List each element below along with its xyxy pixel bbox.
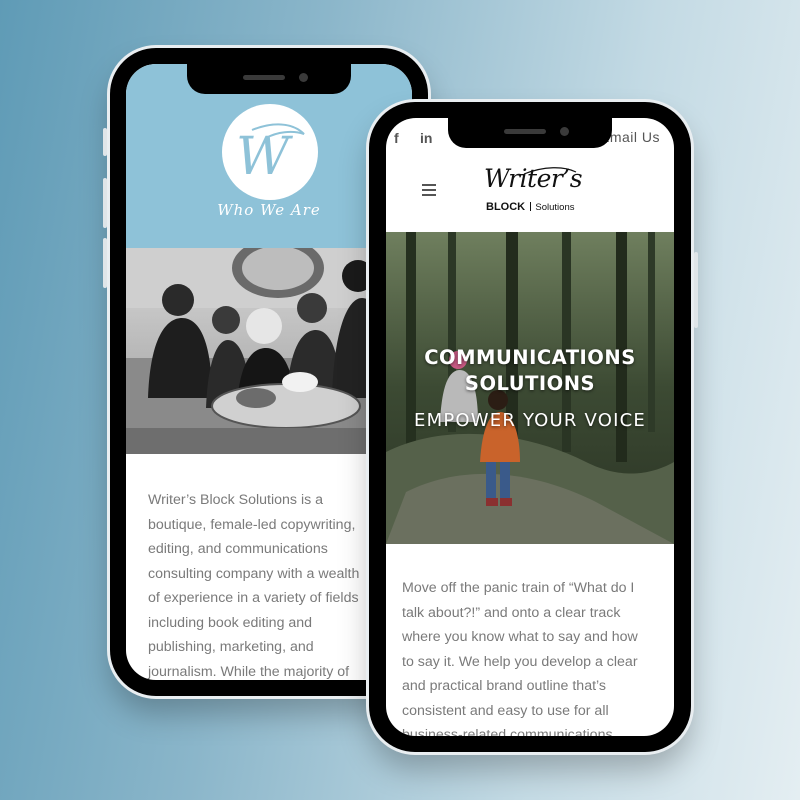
brand-block-text: BLOCK (486, 201, 526, 213)
speaker (504, 129, 546, 134)
notch (187, 64, 351, 94)
linkedin-icon[interactable]: in (420, 130, 432, 146)
hero-title-line: SOLUTIONS (464, 372, 596, 395)
svg-text:W: W (236, 127, 293, 187)
text-line: talk about?!” and onto a clear track (402, 604, 621, 621)
text-line: business-related communications. (402, 727, 617, 736)
company-logo: W (222, 104, 318, 200)
volume-down-button (103, 238, 107, 288)
facebook-icon[interactable]: f (394, 130, 399, 146)
text-line: and practical brand outline that’s (402, 678, 607, 694)
text-line: consistent and easy to use for all (402, 702, 609, 719)
brand-swash-icon (523, 167, 577, 175)
hamburger-menu-icon[interactable] (422, 184, 436, 199)
pitch-paragraph: Move off the panic train of “What do I t… (402, 576, 672, 736)
brand-subline: BLOCK Solutions (486, 201, 574, 213)
w-logo-icon: W (236, 123, 305, 187)
hero-title: COMMUNICATIONS SOLUTIONS (386, 345, 674, 397)
phone-mockup-front: f in Email Us Writer’s BLOCK Solutions C… (369, 102, 698, 752)
camera-icon (560, 127, 569, 136)
camera-icon (299, 73, 308, 82)
phone-screen: f in Email Us Writer’s BLOCK Solutions C… (386, 118, 674, 736)
brand-logo[interactable]: Writer’s BLOCK Solutions (484, 164, 584, 224)
notch (448, 118, 612, 148)
mute-switch (103, 128, 107, 156)
text-line: to say it. We help you develop a clear (402, 653, 638, 670)
text-line: where you know what to say and how (402, 629, 638, 645)
hero-banner: COMMUNICATIONS SOLUTIONS EMPOWER YOUR VO… (386, 232, 674, 544)
volume-up-button (103, 178, 107, 228)
brand-solutions-text: Solutions (535, 202, 575, 213)
text-line: Move off the panic train of “What do I (402, 580, 635, 596)
hero-title-line: COMMUNICATIONS (424, 346, 636, 369)
power-button (694, 252, 698, 328)
hero-subtitle: EMPOWER YOUR VOICE (414, 410, 646, 431)
speaker (243, 75, 285, 80)
